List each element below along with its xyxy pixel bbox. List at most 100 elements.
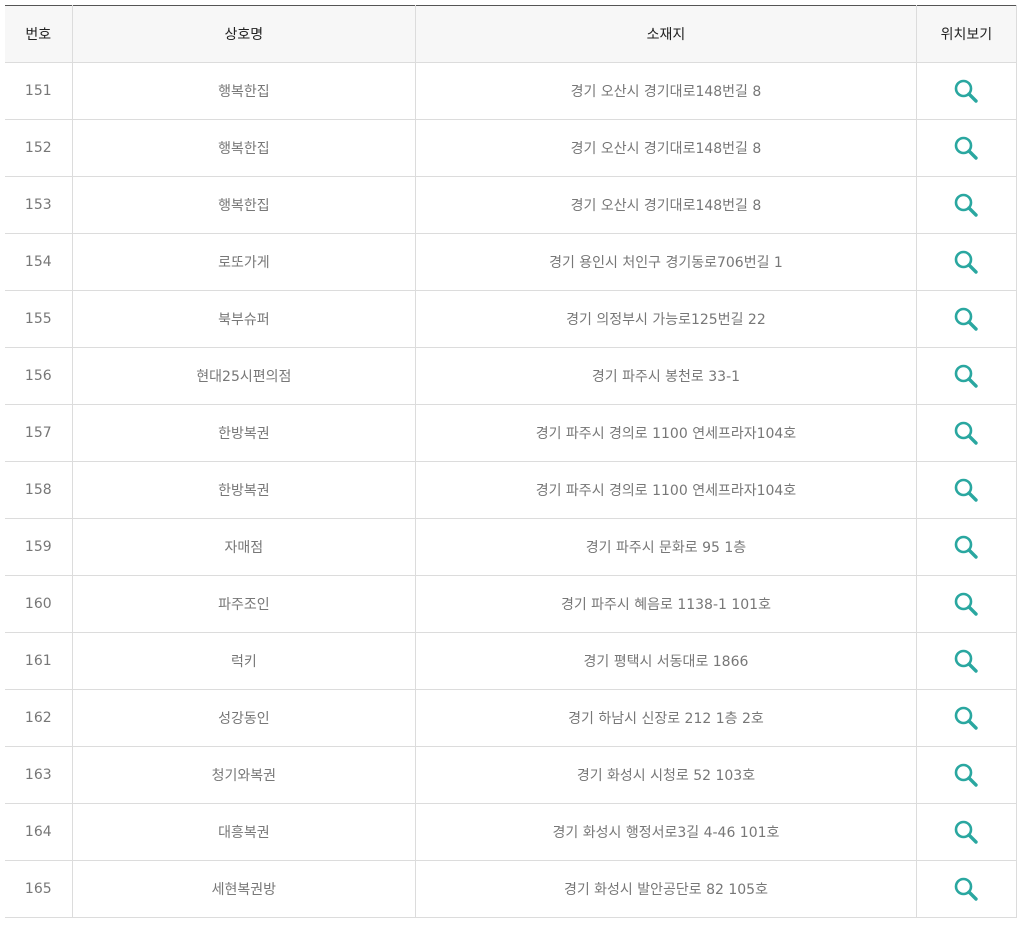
view-location-button[interactable] [953,249,979,275]
row-store-name: 대흥복권 [71,803,417,861]
row-view-cell [915,233,1018,291]
row-number: 158 [5,461,73,519]
row-view-cell [915,575,1018,633]
table-row: 155 북부슈퍼 경기 의정부시 가능로125번길 22 [5,290,1018,348]
header-address: 소재지 [415,5,917,63]
row-store-name: 한방복권 [71,404,417,462]
table-body: 151 행복한집 경기 오산시 경기대로148번길 8 152 행복한집 경기 오산시 경… [5,62,1018,918]
header-store-name: 상호명 [71,5,417,63]
row-store-name: 행복한집 [71,176,417,234]
row-address: 경기 파주시 경의로 1100 연세프라자104호 [415,404,917,462]
row-store-name: 파주조인 [71,575,417,633]
row-number: 159 [5,518,73,576]
magnifier-icon [955,706,979,730]
view-location-button[interactable] [953,78,979,104]
row-view-cell [915,62,1018,120]
magnifier-icon [955,820,979,844]
row-view-cell [915,404,1018,462]
row-address: 경기 평택시 서동대로 1866 [415,632,917,690]
view-location-button[interactable] [953,534,979,560]
magnifier-icon [955,877,979,901]
row-number: 156 [5,347,73,405]
row-number: 161 [5,632,73,690]
row-store-name: 성강동인 [71,689,417,747]
row-view-cell [915,119,1018,177]
magnifier-icon [955,250,979,274]
header-row: 번호 상호명 소재지 위치보기 [5,5,1018,63]
store-table: 번호 상호명 소재지 위치보기 151 행복한집 경기 오산시 경기대로148번길 … [5,5,1018,918]
view-location-button[interactable] [953,363,979,389]
header-view-location: 위치보기 [915,5,1018,63]
row-view-cell [915,461,1018,519]
row-store-name: 행복한집 [71,119,417,177]
view-location-button[interactable] [953,135,979,161]
row-number: 164 [5,803,73,861]
row-store-name: 세현복권방 [71,860,417,918]
table-row: 164 대흥복권 경기 화성시 행정서로3길 4-46 101호 [5,803,1018,861]
row-view-cell [915,347,1018,405]
row-view-cell [915,290,1018,348]
row-address: 경기 파주시 봉천로 33-1 [415,347,917,405]
row-number: 157 [5,404,73,462]
row-number: 162 [5,689,73,747]
view-location-button[interactable] [953,876,979,902]
table-row: 160 파주조인 경기 파주시 혜음로 1138-1 101호 [5,575,1018,633]
row-address: 경기 하남시 신장로 212 1층 2호 [415,689,917,747]
magnifier-icon [955,307,979,331]
row-address: 경기 화성시 행정서로3길 4-46 101호 [415,803,917,861]
table-row: 162 성강동인 경기 하남시 신장로 212 1층 2호 [5,689,1018,747]
magnifier-icon [955,364,979,388]
view-location-button[interactable] [953,762,979,788]
magnifier-icon [955,193,979,217]
row-address: 경기 오산시 경기대로148번길 8 [415,176,917,234]
table-row: 156 현대25시편의점 경기 파주시 봉천로 33-1 [5,347,1018,405]
row-address: 경기 오산시 경기대로148번길 8 [415,62,917,120]
row-address: 경기 의정부시 가능로125번길 22 [415,290,917,348]
view-location-button[interactable] [953,477,979,503]
row-number: 165 [5,860,73,918]
table-row: 151 행복한집 경기 오산시 경기대로148번길 8 [5,62,1018,120]
table-row: 153 행복한집 경기 오산시 경기대로148번길 8 [5,176,1018,234]
view-location-button[interactable] [953,420,979,446]
magnifier-icon [955,136,979,160]
row-view-cell [915,860,1018,918]
store-list: 번호 상호명 소재지 위치보기 151 행복한집 경기 오산시 경기대로148번길 … [5,5,1018,918]
magnifier-icon [955,535,979,559]
row-view-cell [915,803,1018,861]
row-view-cell [915,518,1018,576]
row-address: 경기 용인시 처인구 경기동로706번길 1 [415,233,917,291]
view-location-button[interactable] [953,591,979,617]
table-row: 161 럭키 경기 평택시 서동대로 1866 [5,632,1018,690]
row-store-name: 한방복권 [71,461,417,519]
row-view-cell [915,746,1018,804]
table-row: 158 한방복권 경기 파주시 경의로 1100 연세프라자104호 [5,461,1018,519]
view-location-button[interactable] [953,192,979,218]
row-number: 163 [5,746,73,804]
table-row: 165 세현복권방 경기 화성시 발안공단로 82 105호 [5,860,1018,918]
header-number: 번호 [5,5,73,63]
row-number: 153 [5,176,73,234]
row-view-cell [915,689,1018,747]
magnifier-icon [955,763,979,787]
view-location-button[interactable] [953,819,979,845]
table-row: 159 자매점 경기 파주시 문화로 95 1층 [5,518,1018,576]
row-address: 경기 화성시 시청로 52 103호 [415,746,917,804]
row-store-name: 청기와복권 [71,746,417,804]
row-number: 152 [5,119,73,177]
table-row: 154 로또가게 경기 용인시 처인구 경기동로706번길 1 [5,233,1018,291]
row-number: 151 [5,62,73,120]
row-view-cell [915,176,1018,234]
view-location-button[interactable] [953,648,979,674]
row-number: 154 [5,233,73,291]
row-store-name: 럭키 [71,632,417,690]
row-store-name: 행복한집 [71,62,417,120]
row-store-name: 로또가게 [71,233,417,291]
row-store-name: 자매점 [71,518,417,576]
row-address: 경기 파주시 경의로 1100 연세프라자104호 [415,461,917,519]
view-location-button[interactable] [953,705,979,731]
table-row: 152 행복한집 경기 오산시 경기대로148번길 8 [5,119,1018,177]
magnifier-icon [955,79,979,103]
magnifier-icon [955,592,979,616]
row-store-name: 현대25시편의점 [71,347,417,405]
view-location-button[interactable] [953,306,979,332]
